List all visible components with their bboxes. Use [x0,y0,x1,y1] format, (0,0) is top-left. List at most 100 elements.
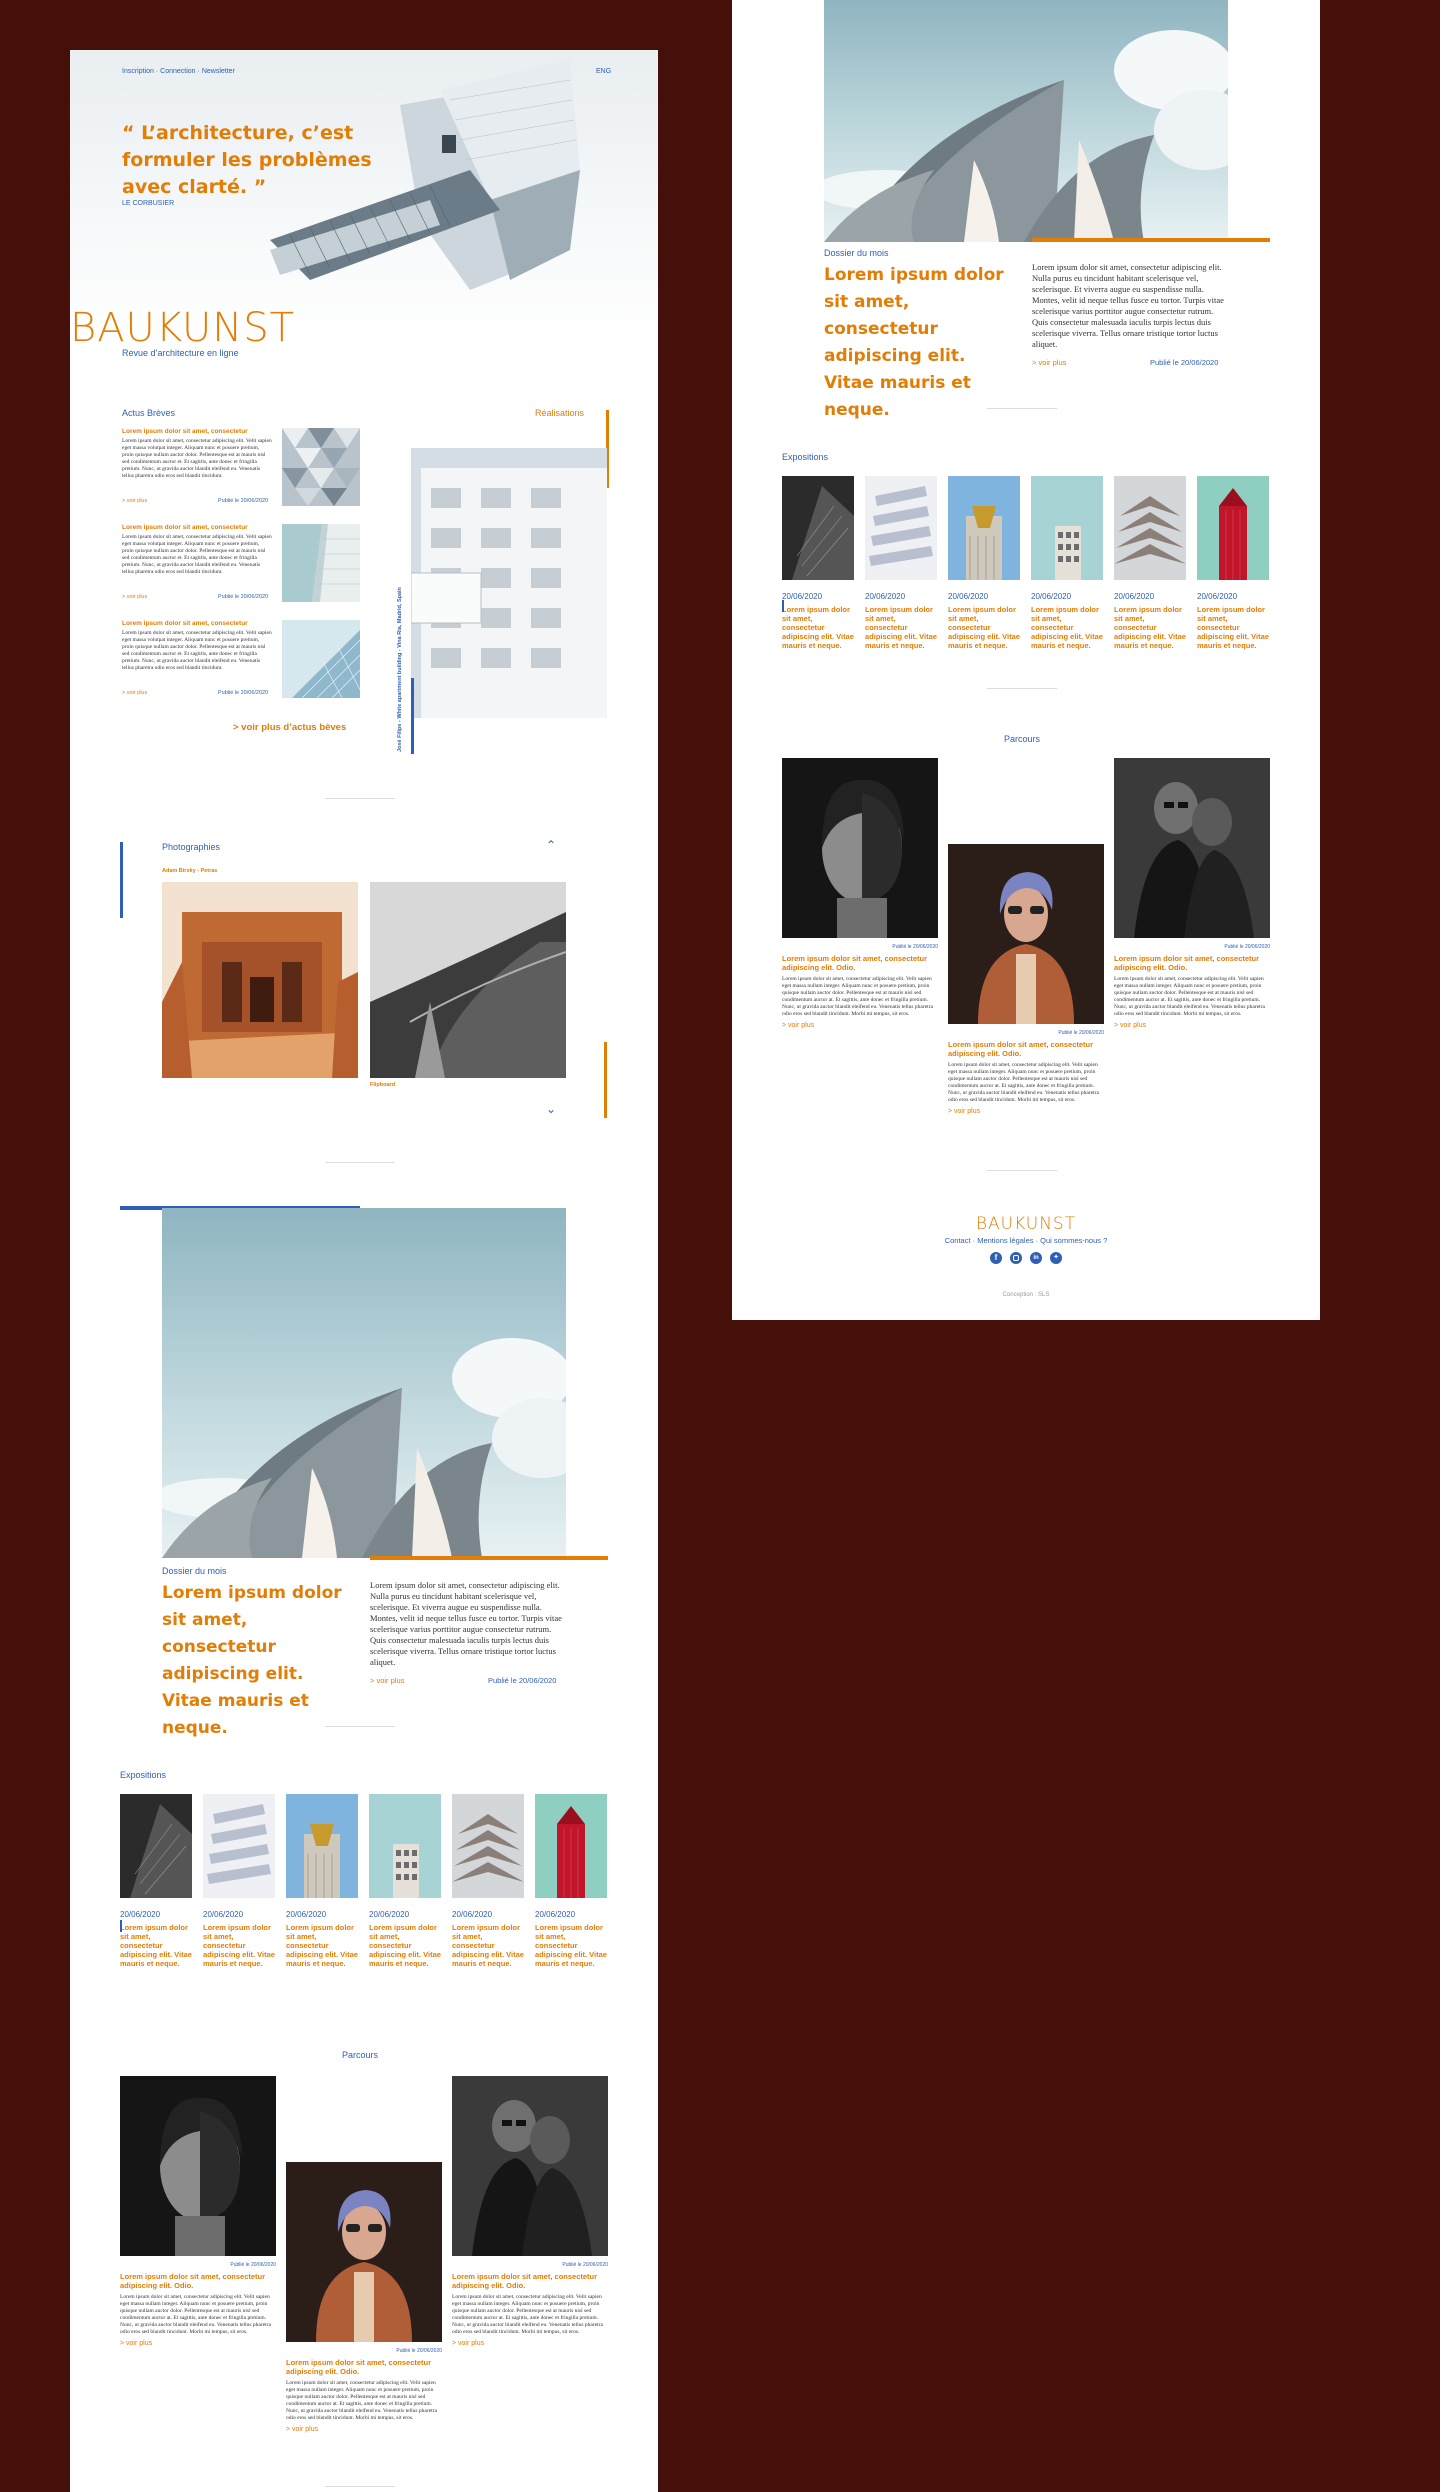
language-switch[interactable]: ENG [596,68,611,75]
expo-title[interactable]: Lorem ipsum dolor sit amet, consectetur … [1114,605,1186,650]
parcours-image[interactable] [948,844,1104,1024]
expo-image[interactable] [535,1794,607,1898]
parcours-text: Lorem ipsum dolor sit amet, consectetur … [452,2294,603,2335]
expo-date: 20/06/2020 [120,1910,161,1919]
dossier-title[interactable]: Lorem ipsum dolor sit amet, consectetur … [162,1580,358,1742]
expo-card[interactable]: 20/06/2020 Lorem ipsum dolor sit amet, c… [120,1794,192,1968]
expo-image[interactable] [1114,476,1186,580]
linkedin-icon[interactable]: in [1030,1252,1042,1264]
expo-image[interactable] [948,476,1020,580]
expo-card[interactable]: 20/06/2020 Lorem ipsum dolor sit amet, c… [865,476,937,650]
dossier-title[interactable]: Lorem ipsum dolor sit amet, consectetur … [824,262,1020,424]
expo-date: 20/06/2020 [535,1910,576,1919]
dossier-date: Publié le 20/06/2020 [488,1676,557,1685]
dossier-more-link[interactable]: > voir plus [1032,358,1066,367]
parcours-title[interactable]: Lorem ipsum dolor sit amet, consectetur … [948,1040,1104,1058]
expo-title[interactable]: Lorem ipsum dolor sit amet, consectetur … [865,605,937,650]
brand-logo[interactable]: BAUKUNST [70,308,295,348]
expo-card[interactable]: 20/06/2020 Lorem ipsum dolor sit amet, c… [1114,476,1186,650]
hero-quote: “ L’architecture, c’est formuler les pro… [122,122,372,198]
parcours-card: Publié le 20/06/2020 Lorem ipsum dolor s… [1114,758,1270,1029]
expo-image[interactable] [782,476,854,580]
nav-inscription-link[interactable]: Inscription [122,68,154,75]
dossier-image[interactable] [824,0,1228,242]
expo-card[interactable]: 20/06/2020 Lorem ipsum dolor sit amet, c… [452,1794,524,1968]
expo-card[interactable]: 20/06/2020 Lorem ipsum dolor sit amet, c… [1031,476,1103,650]
actus-item-more[interactable]: > voir plus [122,690,147,696]
parcours-image[interactable] [286,2162,442,2342]
expo-image[interactable] [452,1794,524,1898]
expo-card[interactable]: 20/06/2020 Lorem ipsum dolor sit amet, c… [535,1794,607,1968]
expo-card[interactable]: 20/06/2020 Lorem ipsum dolor sit amet, c… [369,1794,441,1968]
parcours-title[interactable]: Lorem ipsum dolor sit amet, consectetur … [782,954,938,972]
footer-links[interactable]: Contact · Mentions légales · Qui sommes-… [732,1236,1320,1245]
parcours-title[interactable]: Lorem ipsum dolor sit amet, consectetur … [286,2358,442,2376]
photo-petra-image[interactable] [162,882,358,1078]
parcours-title[interactable]: Lorem ipsum dolor sit amet, consectetur … [120,2272,276,2290]
parcours-title[interactable]: Lorem ipsum dolor sit amet, consectetur … [1114,954,1270,972]
expo-card[interactable]: 20/06/2020 Lorem ipsum dolor sit amet, c… [948,476,1020,650]
realisations-caption-bar [411,678,414,754]
parcours-text: Lorem ipsum dolor sit amet, consectetur … [782,976,933,1017]
parcours-title[interactable]: Lorem ipsum dolor sit amet, consectetur … [452,2272,608,2290]
parcours-card: Publié le 20/06/2020 Lorem ipsum dolor s… [948,844,1104,1115]
footer-social: f in ✦ [990,1252,1062,1264]
expo-title[interactable]: Lorem ipsum dolor sit amet, consectetur … [782,605,854,650]
section-divider [987,688,1057,689]
facebook-icon[interactable]: f [990,1252,1002,1264]
parcours-more[interactable]: > voir plus [782,1022,938,1029]
expo-title[interactable]: Lorem ipsum dolor sit amet, consectetur … [1031,605,1103,650]
parcours-image[interactable] [1114,758,1270,938]
expo-title[interactable]: Lorem ipsum dolor sit amet, consectetur … [203,1923,275,1968]
parcours-more[interactable]: > voir plus [948,1108,1104,1115]
realisations-image[interactable] [411,448,607,718]
parcours-text: Lorem ipsum dolor sit amet, consectetur … [1114,976,1265,1017]
expo-card[interactable]: 20/06/2020 Lorem ipsum dolor sit amet, c… [286,1794,358,1968]
twitter-icon[interactable]: ✦ [1050,1252,1062,1264]
instagram-icon[interactable] [1010,1252,1022,1264]
expo-card[interactable]: 20/06/2020 Lorem ipsum dolor sit amet, c… [203,1794,275,1968]
footer-logo[interactable]: BAUKUNST [732,1214,1320,1234]
expo-image[interactable] [286,1794,358,1898]
expo-image[interactable] [203,1794,275,1898]
parcours-more[interactable]: > voir plus [1114,1022,1270,1029]
expo-card[interactable]: 20/06/2020 Lorem ipsum dolor sit amet, c… [782,476,854,650]
expo-image[interactable] [865,476,937,580]
expos-heading: Expositions [120,1770,167,1780]
parcours-image[interactable] [452,2076,608,2256]
dossier-image[interactable] [162,1208,566,1558]
parcours-text: Lorem ipsum dolor sit amet, consectetur … [286,2380,437,2421]
expo-title[interactable]: Lorem ipsum dolor sit amet, consectetur … [535,1923,607,1968]
expo-image[interactable] [120,1794,192,1898]
parcours-image[interactable] [120,2076,276,2256]
parcours-image[interactable] [782,758,938,938]
parcours-more[interactable]: > voir plus [286,2426,442,2433]
expo-title[interactable]: Lorem ipsum dolor sit amet, consectetur … [286,1923,358,1968]
expo-title[interactable]: Lorem ipsum dolor sit amet, consectetur … [452,1923,524,1968]
expo-image[interactable] [1031,476,1103,580]
dossier-more-link[interactable]: > voir plus [370,1676,404,1685]
photos-up-arrow[interactable]: ⌃ [546,838,556,852]
actus-item-more[interactable]: > voir plus [122,594,147,600]
expo-title[interactable]: Lorem ipsum dolor sit amet, consectetur … [369,1923,441,1968]
photos-heading: Photographies [162,842,221,852]
expo-image[interactable] [369,1794,441,1898]
expo-title[interactable]: Lorem ipsum dolor sit amet, consectetur … [948,605,1020,650]
expo-image[interactable] [1197,476,1269,580]
actus-item-image[interactable] [282,524,360,602]
actus-item-image[interactable] [282,620,360,698]
expo-card[interactable]: 20/06/2020 Lorem ipsum dolor sit amet, c… [1197,476,1269,650]
photo-flipboard-image[interactable] [370,882,566,1078]
actus-more-link[interactable]: > voir plus d’actus bèves [233,722,346,733]
expo-date: 20/06/2020 [1114,592,1155,601]
dossier-text: Lorem ipsum dolor sit amet, consectetur … [370,1580,562,1667]
actus-item-more[interactable]: > voir plus [122,498,147,504]
expo-title[interactable]: Lorem ipsum dolor sit amet, consectetur … [1197,605,1269,650]
expo-title[interactable]: Lorem ipsum dolor sit amet, consectetur … [120,1923,192,1968]
photos-down-arrow[interactable]: ⌄ [546,1102,556,1116]
parcours-more[interactable]: > voir plus [120,2340,276,2347]
actus-item-image[interactable] [282,428,360,506]
nav-newsletter-link[interactable]: Newsletter [202,68,235,75]
nav-connection-link[interactable]: Connection [160,68,195,75]
parcours-more[interactable]: > voir plus [452,2340,608,2347]
